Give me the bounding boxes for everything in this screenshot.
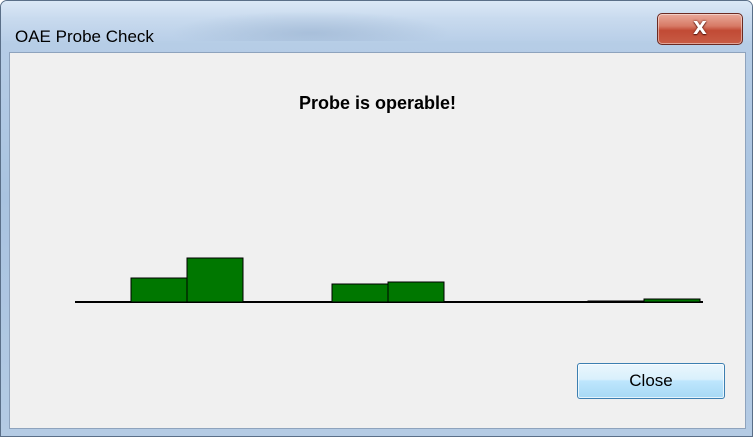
close-icon: X	[693, 18, 707, 39]
window-title: OAE Probe Check	[15, 27, 154, 46]
dialog-body: Probe is operable! Close	[9, 52, 746, 429]
chart-bar-3-1	[587, 300, 645, 303]
chart-bar-1-1	[130, 277, 188, 303]
title-bar[interactable]: OAE Probe Check X	[1, 1, 752, 46]
window-close-button[interactable]: X	[657, 13, 743, 45]
chart-bar-2-1	[331, 283, 389, 303]
dialog-window: OAE Probe Check X Probe is operable! Clo…	[0, 0, 753, 437]
chart-bar-3-2	[643, 298, 701, 303]
chart-bar-1-2	[186, 257, 244, 303]
chart-bar-2-2	[387, 281, 445, 303]
close-button[interactable]: Close	[577, 363, 725, 399]
